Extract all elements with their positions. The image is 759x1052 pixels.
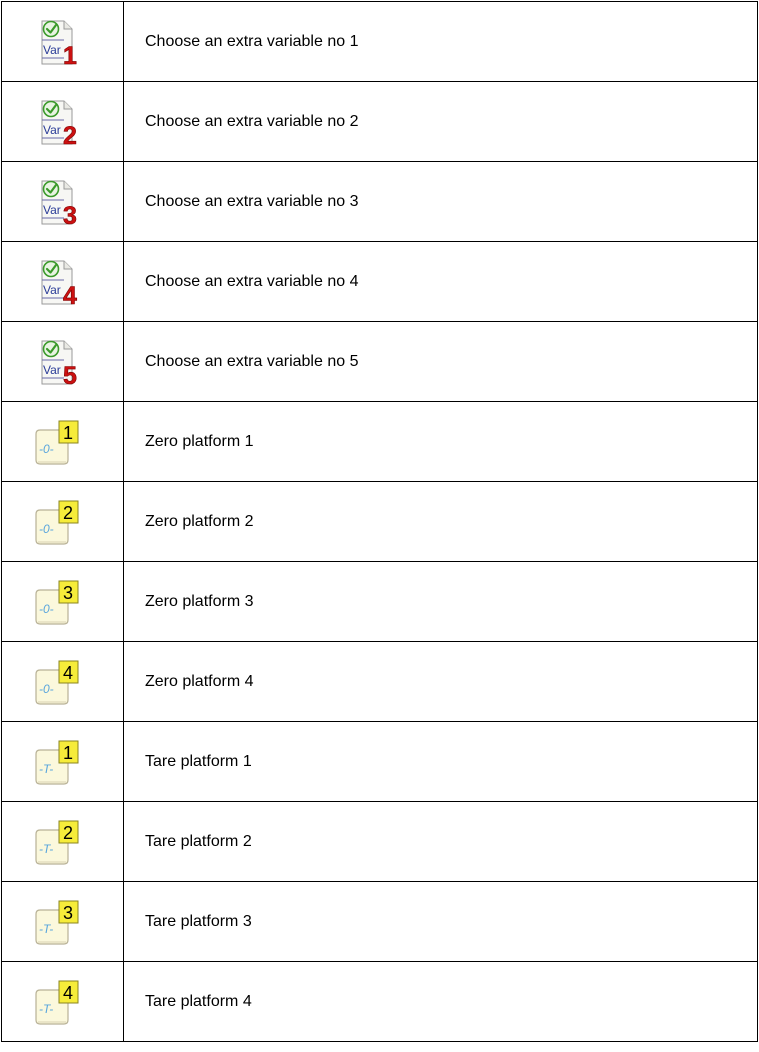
table-row: Var 1 Choose an extra variable no 1 (1, 1, 758, 82)
icon-cell: Var 4 (1, 241, 124, 322)
table-row: -0- 4 Zero platform 4 (1, 641, 758, 722)
icon-cell: Var 5 (1, 321, 124, 402)
icon-cell: Var 2 (1, 81, 124, 162)
svg-text:-0-: -0- (39, 442, 54, 456)
table-row: Var 2 Choose an extra variable no 2 (1, 81, 758, 162)
function-icons-table: Var 1 Choose an extra variable no 1 Var … (1, 1, 758, 1042)
zero-platform-icon: -0- 3 (28, 578, 88, 626)
svg-text:Var: Var (43, 363, 61, 377)
extra-variable-icon: Var 2 (28, 98, 88, 146)
icon-cell: -T- 4 (1, 961, 124, 1042)
description-cell: Tare platform 4 (123, 961, 758, 1042)
description-cell: Tare platform 2 (123, 801, 758, 882)
icon-cell: -T- 1 (1, 721, 124, 802)
row-label: Choose an extra variable no 2 (145, 112, 359, 130)
description-cell: Choose an extra variable no 1 (123, 1, 758, 82)
svg-text:1: 1 (63, 743, 73, 763)
tare-platform-icon: -T- 3 (28, 898, 88, 946)
extra-variable-icon: Var 3 (28, 178, 88, 226)
table-row: -T- 4 Tare platform 4 (1, 961, 758, 1042)
svg-text:Var: Var (43, 283, 61, 297)
row-label: Choose an extra variable no 3 (145, 192, 359, 210)
svg-text:4: 4 (63, 663, 73, 683)
svg-text:4: 4 (63, 983, 73, 1003)
svg-text:1: 1 (63, 42, 77, 66)
svg-text:Var: Var (43, 43, 61, 57)
tare-platform-icon: -T- 4 (28, 978, 88, 1026)
svg-text:2: 2 (63, 503, 73, 523)
svg-text:-T-: -T- (39, 842, 53, 856)
svg-text:Var: Var (43, 123, 61, 137)
table-row: -0- 2 Zero platform 2 (1, 481, 758, 562)
svg-text:-T-: -T- (39, 762, 53, 776)
row-label: Tare platform 2 (145, 832, 252, 850)
table-row: -T- 2 Tare platform 2 (1, 801, 758, 882)
svg-text:3: 3 (63, 202, 77, 226)
svg-text:2: 2 (63, 823, 73, 843)
svg-text:Var: Var (43, 203, 61, 217)
svg-text:4: 4 (63, 282, 77, 306)
row-label: Zero platform 3 (145, 592, 254, 610)
icon-cell: -T- 3 (1, 881, 124, 962)
icon-cell: Var 3 (1, 161, 124, 242)
extra-variable-icon: Var 4 (28, 258, 88, 306)
icon-cell: Var 1 (1, 1, 124, 82)
description-cell: Choose an extra variable no 2 (123, 81, 758, 162)
svg-text:-0-: -0- (39, 602, 54, 616)
description-cell: Tare platform 1 (123, 721, 758, 802)
table-body: Var 1 Choose an extra variable no 1 Var … (1, 1, 758, 1042)
row-label: Zero platform 1 (145, 432, 254, 450)
table-row: Var 5 Choose an extra variable no 5 (1, 321, 758, 402)
description-cell: Choose an extra variable no 5 (123, 321, 758, 402)
description-cell: Choose an extra variable no 3 (123, 161, 758, 242)
svg-text:2: 2 (63, 122, 77, 146)
table-row: -T- 3 Tare platform 3 (1, 881, 758, 962)
svg-text:-T-: -T- (39, 1002, 53, 1016)
svg-text:3: 3 (63, 583, 73, 603)
description-cell: Tare platform 3 (123, 881, 758, 962)
svg-text:5: 5 (63, 362, 77, 386)
svg-text:-0-: -0- (39, 522, 54, 536)
extra-variable-icon: Var 5 (28, 338, 88, 386)
icon-cell: -0- 2 (1, 481, 124, 562)
table-row: -0- 3 Zero platform 3 (1, 561, 758, 642)
svg-text:3: 3 (63, 903, 73, 923)
row-label: Tare platform 1 (145, 752, 252, 770)
icon-cell: -T- 2 (1, 801, 124, 882)
svg-text:1: 1 (63, 423, 73, 443)
zero-platform-icon: -0- 1 (28, 418, 88, 466)
table-row: Var 3 Choose an extra variable no 3 (1, 161, 758, 242)
table-row: -T- 1 Tare platform 1 (1, 721, 758, 802)
svg-text:-T-: -T- (39, 922, 53, 936)
icon-cell: -0- 1 (1, 401, 124, 482)
tare-platform-icon: -T- 1 (28, 738, 88, 786)
row-label: Zero platform 2 (145, 512, 254, 530)
zero-platform-icon: -0- 4 (28, 658, 88, 706)
description-cell: Zero platform 1 (123, 401, 758, 482)
icon-cell: -0- 3 (1, 561, 124, 642)
row-label: Choose an extra variable no 1 (145, 32, 359, 50)
icon-cell: -0- 4 (1, 641, 124, 722)
row-label: Zero platform 4 (145, 672, 254, 690)
row-label: Tare platform 4 (145, 992, 252, 1010)
zero-platform-icon: -0- 2 (28, 498, 88, 546)
description-cell: Zero platform 3 (123, 561, 758, 642)
svg-text:-0-: -0- (39, 682, 54, 696)
description-cell: Zero platform 2 (123, 481, 758, 562)
description-cell: Zero platform 4 (123, 641, 758, 722)
table-row: Var 4 Choose an extra variable no 4 (1, 241, 758, 322)
row-label: Choose an extra variable no 4 (145, 272, 359, 290)
description-cell: Choose an extra variable no 4 (123, 241, 758, 322)
extra-variable-icon: Var 1 (28, 18, 88, 66)
tare-platform-icon: -T- 2 (28, 818, 88, 866)
table-row: -0- 1 Zero platform 1 (1, 401, 758, 482)
row-label: Choose an extra variable no 5 (145, 352, 359, 370)
row-label: Tare platform 3 (145, 912, 252, 930)
